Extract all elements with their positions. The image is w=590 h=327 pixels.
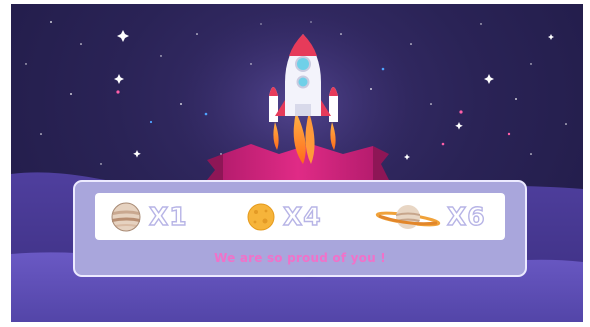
reward-item-saturn: X6 — [375, 193, 486, 240]
jupiter-planet-icon — [111, 202, 141, 231]
reward-count-jupiter: X1 — [148, 202, 188, 231]
reward-count-saturn: X6 — [446, 202, 486, 231]
space-scene: X1 X4 X6 We are so proud of you ! — [11, 4, 583, 322]
reward-item-orange: X4 — [245, 193, 322, 240]
saturn-planet-icon — [375, 204, 441, 229]
reward-item-jupiter: X1 — [109, 193, 188, 240]
orange-planet-icon — [247, 203, 275, 230]
reward-items-row: X1 X4 X6 — [95, 193, 505, 240]
proud-message: We are so proud of you ! — [214, 251, 386, 265]
reward-panel: X1 X4 X6 We are so proud of you ! — [73, 180, 527, 277]
reward-count-orange: X4 — [282, 202, 322, 231]
